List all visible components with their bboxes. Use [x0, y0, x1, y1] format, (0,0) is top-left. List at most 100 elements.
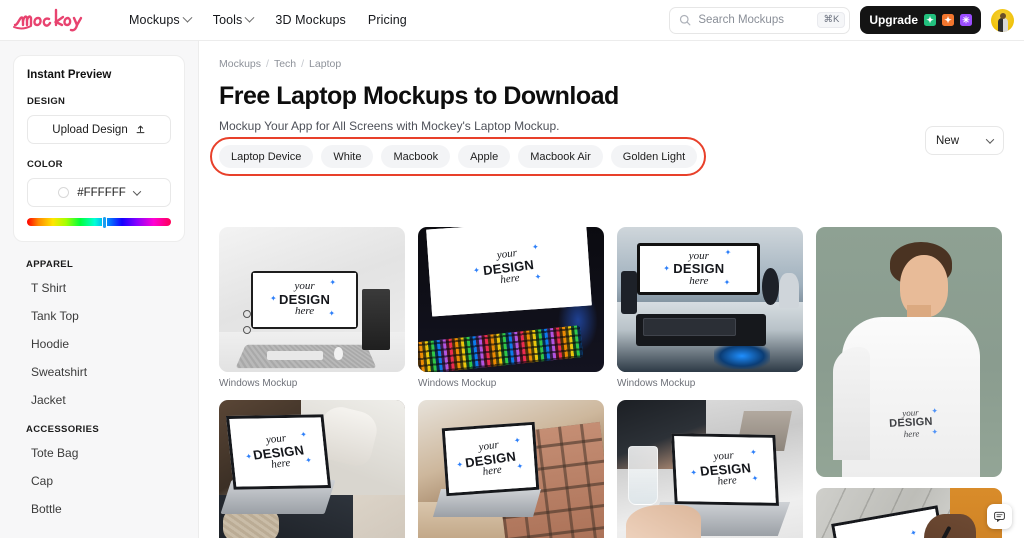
mockup-card-label: Windows Mockup — [617, 378, 696, 389]
upload-icon — [136, 125, 145, 134]
sidebar-heading-apparel: APPAREL — [26, 259, 74, 270]
filter-chip-laptop-device[interactable]: Laptop Device — [219, 145, 314, 168]
design-placeholder-text: your DESIGN here ✦ ✦ ✦ — [270, 278, 336, 318]
mockup-thumbnail[interactable]: your DESIGN here ✦ ✦ ✦ — [219, 227, 405, 372]
sidebar-item-sweatshirt[interactable]: Sweatshirt — [31, 365, 198, 379]
mockup-card[interactable]: your DESIGN here ✦ ✦ ✦ — [219, 227, 405, 389]
design-placeholder-text: your DESIGN here ✦ ✦ ✦ — [862, 528, 922, 538]
sidebar-item-bottle[interactable]: Bottle — [31, 502, 198, 516]
upload-design-button[interactable]: Upload Design — [27, 115, 171, 144]
mockup-card[interactable]: your DESIGN here ✦ ✦ ✦ Windows Mockup — [219, 400, 405, 538]
mockup-grid: your DESIGN here ✦ ✦ ✦ Windows Mockup yo… — [219, 227, 1024, 538]
avatar[interactable] — [991, 8, 1014, 32]
filter-chip-macbook[interactable]: Macbook — [381, 145, 451, 168]
sparkle-icon: ✦ — [663, 263, 670, 273]
mockup-card[interactable]: your DESIGN here ✦ ✦ ✦ — [418, 227, 604, 389]
design-line-3: here — [716, 474, 737, 488]
sparkle-icon: ✦ — [329, 278, 337, 288]
search-placeholder: Search Mockups — [698, 14, 784, 26]
nav-link-tools-label: Tools — [212, 13, 243, 27]
panel-title: Instant Preview — [27, 69, 112, 81]
breadcrumb-item-laptop[interactable]: Laptop — [309, 58, 341, 70]
mockup-thumbnail[interactable]: your DESIGN here ✦ ✦ ✦ — [816, 488, 1002, 538]
nav-link-3d-mockups[interactable]: 3D Mockups — [275, 13, 345, 27]
mockup-thumbnail[interactable]: your DESIGN here ✦ ✦ — [816, 227, 1002, 477]
filter-chip-golden-light[interactable]: Golden Light — [610, 145, 698, 168]
sparkle-icon: ✦ — [513, 434, 522, 445]
design-placeholder-text: your DESIGN here ✦ ✦ ✦ — [245, 430, 313, 474]
design-placeholder-text: your DESIGN here ✦ ✦ ✦ — [456, 434, 524, 480]
filter-chips-container: Laptop Device White Macbook Apple Macboo… — [210, 137, 707, 176]
hue-slider-thumb[interactable] — [101, 215, 107, 229]
breadcrumb-item-mockups[interactable]: Mockups — [219, 58, 261, 70]
search-shortcut-badge: ⌘K — [817, 12, 846, 28]
mockey-logo[interactable] — [11, 5, 99, 35]
sidebar-section-apparel: APPAREL T Shirt Tank Top Hoodie Sweatshi… — [26, 259, 198, 407]
design-section-label: DESIGN — [27, 96, 66, 107]
sidebar: Instant Preview DESIGN Upload Design COL… — [0, 41, 199, 538]
sidebar-heading-accessories: ACCESSORIES — [26, 424, 100, 435]
filter-chip-apple[interactable]: Apple — [458, 145, 511, 168]
nav-link-mockups[interactable]: Mockups — [129, 12, 193, 27]
sparkle-icon: ✦ — [750, 474, 759, 484]
mockup-thumbnail[interactable]: your DESIGN here ✦ ✦ ✦ — [418, 227, 604, 372]
upgrade-button[interactable]: Upgrade ✦ ✦ ✳ — [860, 6, 981, 34]
chat-bubble-icon — [994, 511, 1005, 522]
mockup-card[interactable]: your DESIGN here ✦ ✦ ✦ Windows Mockup — [418, 400, 604, 538]
mockup-card[interactable]: your DESIGN here ✦ ✦ ✦ Windows Mockup — [617, 227, 803, 389]
sparkle-icon: ✦ — [473, 265, 481, 276]
sparkle-icon: ✦ — [534, 272, 543, 283]
mockup-card[interactable]: your DESIGN here ✦ ✦ ✦ W — [617, 400, 803, 538]
design-line-3: here — [270, 457, 292, 471]
instant-preview-panel: Instant Preview DESIGN Upload Design COL… — [13, 55, 185, 242]
filter-chip-macbook-air[interactable]: Macbook Air — [518, 145, 603, 168]
chevron-down-icon — [985, 134, 995, 144]
hue-slider[interactable] — [27, 215, 171, 229]
sort-dropdown-value: New — [936, 134, 960, 147]
sparkle-icon: ✦ — [930, 406, 939, 416]
mockup-thumbnail[interactable]: your DESIGN here ✦ ✦ ✦ — [617, 400, 803, 538]
sidebar-item-tote-bag[interactable]: Tote Bag — [31, 446, 198, 460]
sparkle-icon: ✦ — [244, 451, 254, 462]
nav-link-tools[interactable]: Tools — [212, 12, 255, 27]
upgrade-button-label: Upgrade — [869, 13, 918, 27]
sparkle-icon: ✦ — [931, 427, 939, 437]
page-subtitle: Mockup Your App for All Screens with Moc… — [219, 119, 560, 133]
orange-sparkle-icon: ✦ — [942, 14, 954, 26]
grid-column-3: your DESIGN here ✦ ✦ ✦ Windows Mockup yo… — [617, 227, 803, 538]
mockup-thumbnail[interactable]: your DESIGN here ✦ ✦ ✦ — [418, 400, 604, 538]
breadcrumb: Mockups / Tech / Laptop — [219, 58, 1024, 70]
green-square-icon: ✦ — [924, 14, 936, 26]
mockup-card[interactable]: your DESIGN here ✦ ✦ — [816, 227, 1002, 477]
sidebar-item-t-shirt[interactable]: T Shirt — [31, 281, 198, 295]
top-navigation-bar: Mockups Tools 3D Mockups Pricing Search … — [0, 0, 1024, 41]
filter-chip-white[interactable]: White — [321, 145, 374, 168]
design-line-3: here — [689, 274, 709, 287]
sparkle-icon: ✦ — [328, 309, 336, 319]
sparkle-icon: ✦ — [455, 459, 464, 469]
sparkle-icon: ✦ — [909, 527, 919, 538]
sidebar-item-cap[interactable]: Cap — [31, 474, 198, 488]
design-placeholder-text: your DESIGN here ✦ ✦ ✦ — [689, 448, 758, 489]
grid-column-1: your DESIGN here ✦ ✦ ✦ Windows Mockup yo… — [219, 227, 405, 538]
nav-link-pricing[interactable]: Pricing — [368, 13, 407, 27]
design-line-3: here — [481, 462, 503, 478]
breadcrumb-item-tech[interactable]: Tech — [274, 58, 296, 70]
sidebar-item-tank-top[interactable]: Tank Top — [31, 309, 198, 323]
chat-widget-button[interactable] — [987, 504, 1012, 529]
sparkle-icon: ✦ — [748, 447, 757, 458]
sparkle-icon: ✦ — [304, 455, 313, 466]
nav-link-pricing-label: Pricing — [367, 13, 407, 27]
main-content: Mockups / Tech / Laptop Free Laptop Mock… — [199, 41, 1024, 538]
mockup-card[interactable]: your DESIGN here ✦ ✦ ✦ — [816, 488, 1002, 538]
sidebar-item-jacket[interactable]: Jacket — [31, 393, 198, 407]
search-input[interactable]: Search Mockups ⌘K — [669, 6, 851, 34]
sidebar-section-accessories: ACCESSORIES Tote Bag Cap Bottle — [26, 424, 198, 516]
mockup-thumbnail[interactable]: your DESIGN here ✦ ✦ ✦ — [219, 400, 405, 538]
sparkle-icon: ✦ — [532, 242, 540, 253]
sort-dropdown[interactable]: New — [925, 126, 1004, 155]
mockup-thumbnail[interactable]: your DESIGN here ✦ ✦ ✦ — [617, 227, 803, 372]
color-picker-dropdown[interactable]: #FFFFFF — [27, 178, 171, 207]
sparkle-icon: ✦ — [270, 294, 277, 304]
sidebar-item-hoodie[interactable]: Hoodie — [31, 337, 198, 351]
